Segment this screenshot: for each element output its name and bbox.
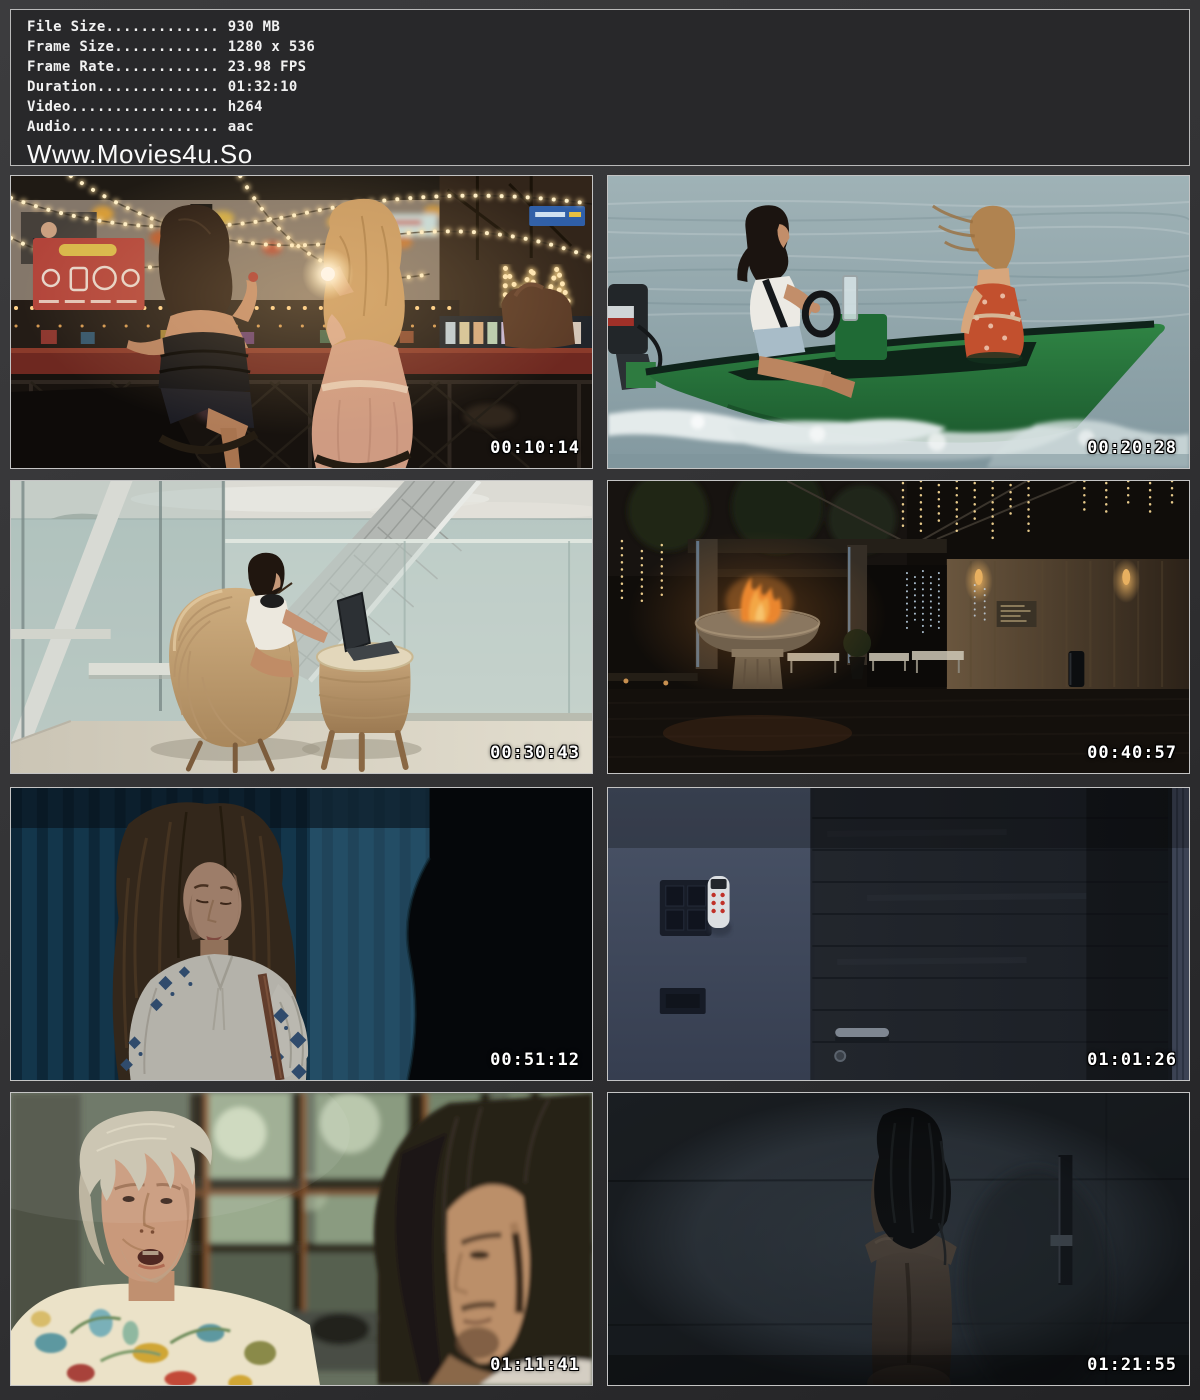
media-screens-sheet: File Size............. 930 MB Frame Size… [0,0,1200,1400]
file-size-line: File Size............. 930 MB [27,17,1189,37]
site-watermark: Www.Movies4u.So [27,139,1189,170]
duration-line: Duration.............. 01:32:10 [27,77,1189,97]
screenshot-speedboat: 00:20:28 [607,175,1190,469]
timestamp-badge: 00:40:57 [1087,743,1177,763]
screenshot-two-men: 01:11:41 [10,1092,593,1386]
video-codec-line: Video................. h264 [27,97,1189,117]
frame-size-line: Frame Size............ 1280 x 536 [27,37,1189,57]
audio-codec-line: Audio................. aac [27,117,1189,137]
timestamp-badge: 00:20:28 [1087,438,1177,458]
two-men-art [11,1093,592,1385]
timestamp-badge: 00:30:43 [490,743,580,763]
speedboat-art [608,176,1189,468]
night-market-art [11,176,592,468]
courtyard-art [608,481,1189,773]
screenshot-shower: 01:21:55 [607,1092,1190,1386]
screenshot-balcony: 00:30:43 [10,480,593,774]
shower-art [608,1093,1189,1385]
balcony-art [11,481,592,773]
screenshot-night-market: 00:10:14 [10,175,593,469]
screenshot-blouse-woman: 00:51:12 [10,787,593,1081]
timestamp-badge: 01:01:26 [1087,1050,1177,1070]
timestamp-badge: 00:10:14 [490,438,580,458]
file-info-panel: File Size............. 930 MB Frame Size… [10,9,1190,166]
timestamp-badge: 00:51:12 [490,1050,580,1070]
screenshot-dark-door: 01:01:26 [607,787,1190,1081]
screenshot-courtyard: 00:40:57 [607,480,1190,774]
frame-rate-line: Frame Rate............ 23.98 FPS [27,57,1189,77]
dark-door-art [608,788,1189,1080]
timestamp-badge: 01:11:41 [490,1355,580,1375]
timestamp-badge: 01:21:55 [1087,1355,1177,1375]
blouse-woman-art [11,788,592,1080]
